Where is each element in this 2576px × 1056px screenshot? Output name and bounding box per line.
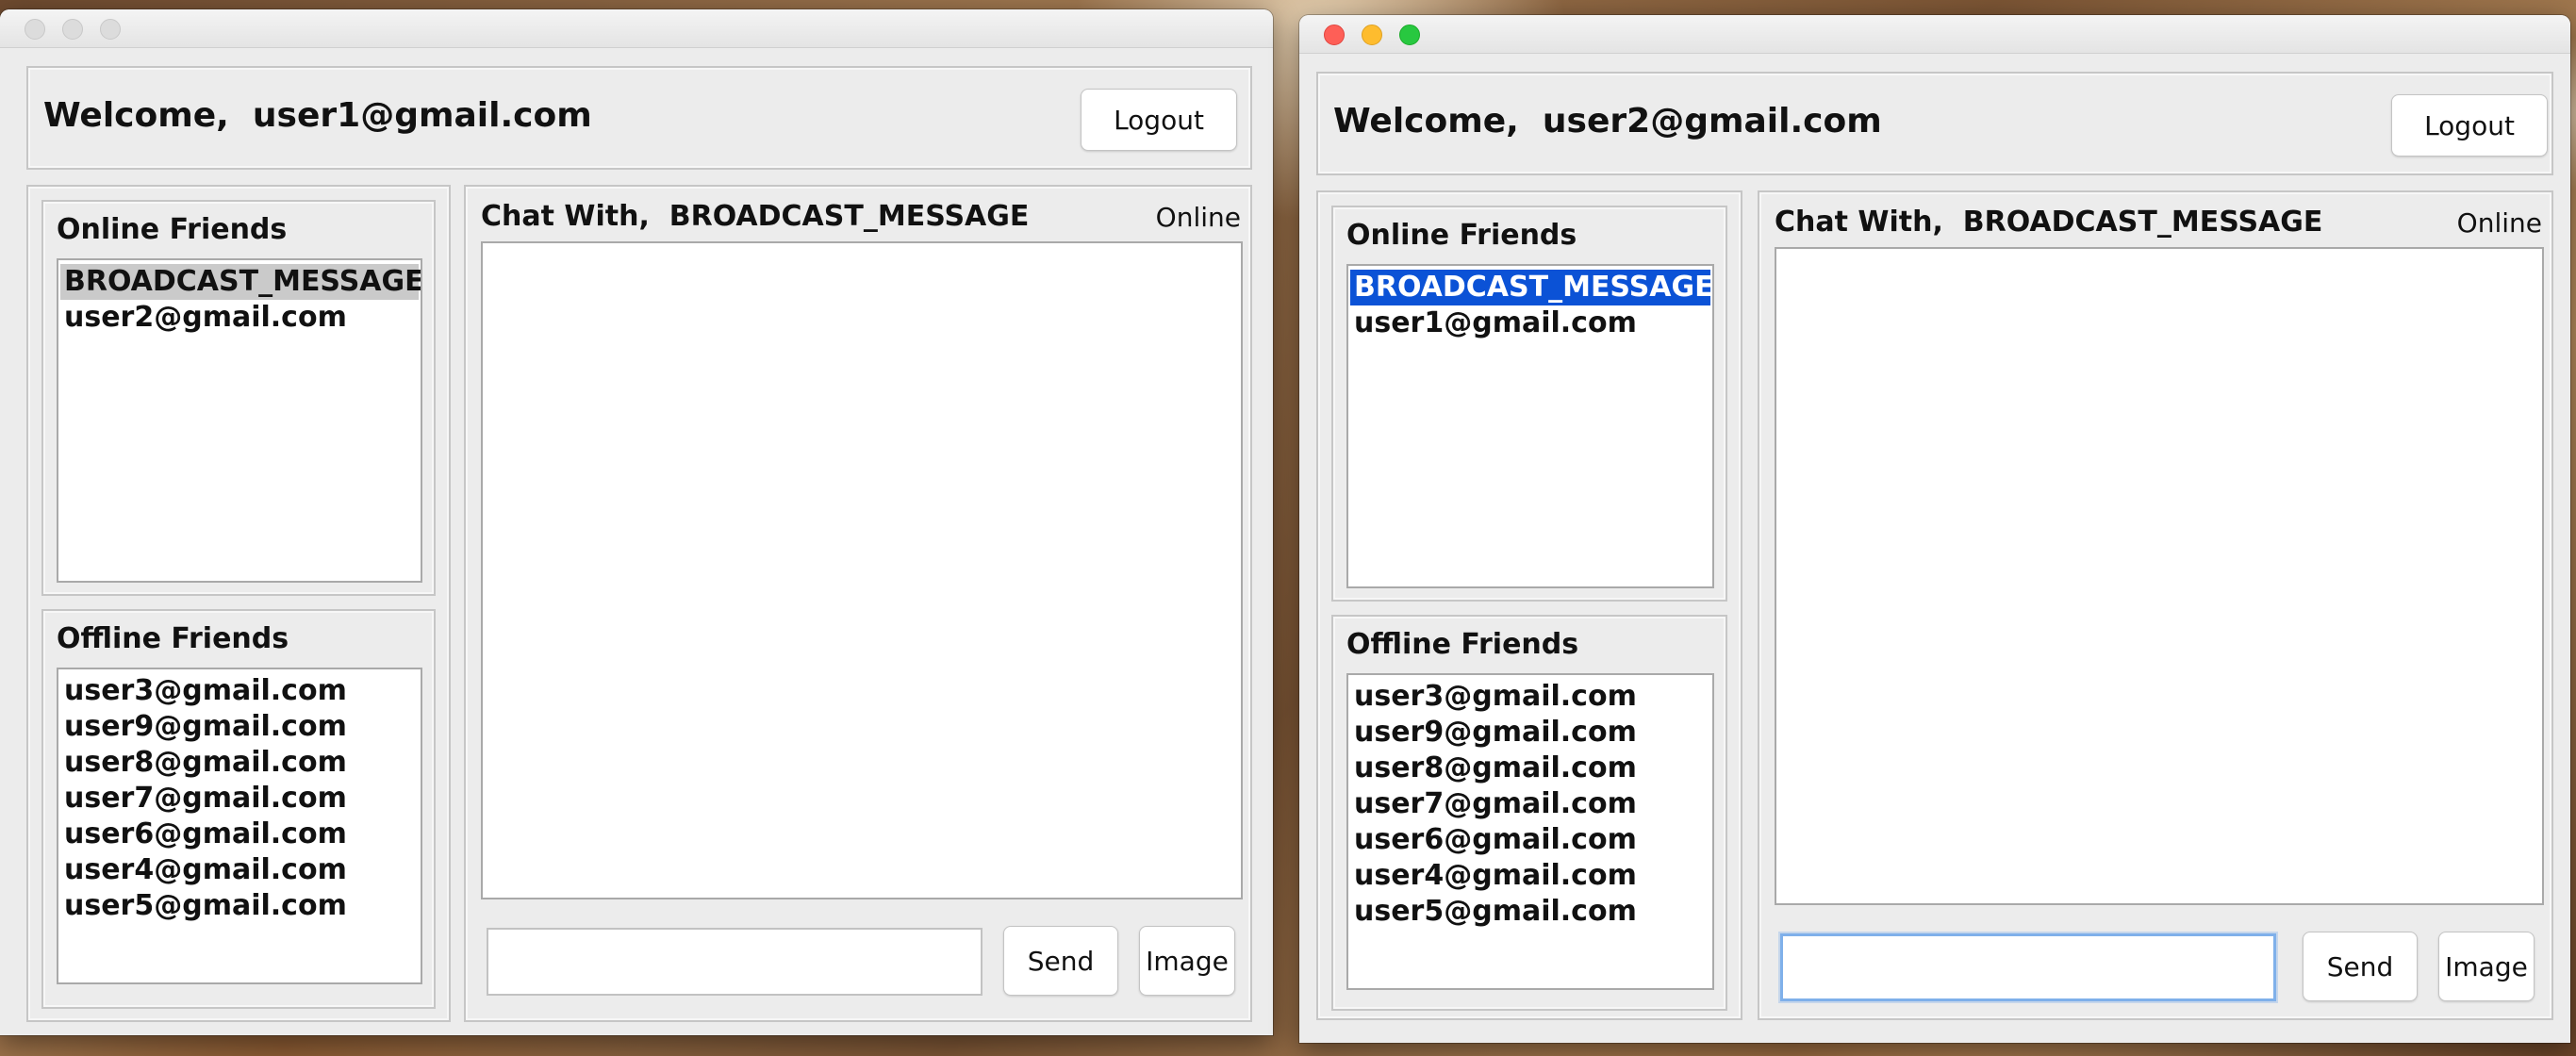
chat-window-user2: Welcome, user2@gmail.com Logout Online F… — [1299, 15, 2570, 1043]
friend-list-item[interactable]: user3@gmail.com — [1350, 679, 1710, 715]
close-window-icon[interactable] — [1324, 25, 1345, 45]
online-friends-list[interactable]: BROADCAST_MESSAGE user1@gmail.com — [1346, 264, 1714, 588]
image-button[interactable]: Image — [1139, 926, 1235, 996]
friend-list-item[interactable]: user9@gmail.com — [60, 709, 419, 745]
header-panel: Welcome, user2@gmail.com Logout — [1316, 72, 2553, 175]
friend-list-item[interactable]: user6@gmail.com — [1350, 822, 1710, 858]
chat-with-label: Chat With, BROADCAST_MESSAGE — [481, 200, 1030, 233]
friend-list-item[interactable]: BROADCAST_MESSAGE — [1350, 270, 1712, 305]
friend-list-item[interactable]: BROADCAST_MESSAGE — [60, 264, 421, 300]
friend-list-item[interactable]: user5@gmail.com — [1350, 894, 1710, 930]
friend-list-item[interactable]: user7@gmail.com — [60, 781, 419, 817]
minimize-window-icon[interactable] — [62, 19, 83, 40]
friend-list-item[interactable]: user4@gmail.com — [60, 852, 419, 888]
message-input[interactable] — [487, 928, 983, 996]
friend-list-item[interactable]: user8@gmail.com — [1350, 751, 1710, 786]
title-bar[interactable] — [1299, 15, 2570, 54]
offline-friends-label: Offline Friends — [1346, 628, 1579, 661]
friend-list-item[interactable]: user6@gmail.com — [60, 817, 419, 852]
friends-panel: Online Friends BROADCAST_MESSAGE user2@gm… — [26, 185, 451, 1022]
chat-panel: Chat With, BROADCAST_MESSAGE Online Send… — [464, 185, 1252, 1022]
friend-list-item[interactable]: user8@gmail.com — [60, 745, 419, 781]
image-button[interactable]: Image — [2438, 932, 2535, 1001]
friend-list-item[interactable]: user4@gmail.com — [1350, 858, 1710, 894]
welcome-label: Welcome, user1@gmail.com — [43, 96, 592, 135]
close-window-icon[interactable] — [25, 19, 45, 40]
welcome-label: Welcome, user2@gmail.com — [1333, 102, 1882, 140]
friend-list-item[interactable]: user5@gmail.com — [60, 888, 419, 924]
chat-status-label: Online — [2456, 207, 2542, 239]
online-friends-panel: Online Friends BROADCAST_MESSAGE user2@gm… — [41, 200, 436, 596]
offline-friends-list[interactable]: user3@gmail.com user9@gmail.com user8@gmai… — [57, 668, 422, 984]
chat-messages-area[interactable] — [1775, 247, 2544, 905]
offline-friends-panel: Offline Friends user3@gmail.com user9@gma… — [41, 609, 436, 1009]
chat-status-label: Online — [1155, 202, 1241, 233]
maximize-window-icon[interactable] — [100, 19, 121, 40]
friends-panel: Online Friends BROADCAST_MESSAGE user1@gm… — [1316, 190, 1742, 1020]
online-friends-panel: Online Friends BROADCAST_MESSAGE user1@gm… — [1331, 206, 1727, 602]
offline-friends-panel: Offline Friends user3@gmail.com user9@gma… — [1331, 615, 1727, 1011]
online-friends-list[interactable]: BROADCAST_MESSAGE user2@gmail.com — [57, 258, 422, 583]
send-button[interactable]: Send — [2303, 932, 2418, 1001]
title-bar[interactable] — [0, 9, 1273, 48]
online-friends-label: Online Friends — [57, 213, 288, 246]
online-friends-label: Online Friends — [1346, 219, 1577, 252]
logout-button[interactable]: Logout — [2391, 94, 2548, 157]
header-panel: Welcome, user1@gmail.com Logout — [26, 66, 1252, 170]
maximize-window-icon[interactable] — [1399, 25, 1420, 45]
friend-list-item[interactable]: user7@gmail.com — [1350, 786, 1710, 822]
send-button[interactable]: Send — [1003, 926, 1118, 996]
chat-panel: Chat With, BROADCAST_MESSAGE Online Send… — [1758, 190, 2553, 1020]
chat-window-user1: Welcome, user1@gmail.com Logout Online F… — [0, 9, 1273, 1035]
offline-friends-list[interactable]: user3@gmail.com user9@gmail.com user8@gmai… — [1346, 673, 1714, 990]
friend-list-item[interactable]: user3@gmail.com — [60, 673, 419, 709]
offline-friends-label: Offline Friends — [57, 622, 289, 655]
friend-list-item[interactable]: user2@gmail.com — [60, 300, 419, 336]
chat-with-label: Chat With, BROADCAST_MESSAGE — [1775, 206, 2323, 239]
logout-button[interactable]: Logout — [1081, 89, 1237, 151]
chat-messages-area[interactable] — [481, 241, 1243, 899]
friend-list-item[interactable]: user9@gmail.com — [1350, 715, 1710, 751]
minimize-window-icon[interactable] — [1362, 25, 1382, 45]
message-input[interactable] — [1780, 933, 2276, 1001]
friend-list-item[interactable]: user1@gmail.com — [1350, 305, 1710, 341]
